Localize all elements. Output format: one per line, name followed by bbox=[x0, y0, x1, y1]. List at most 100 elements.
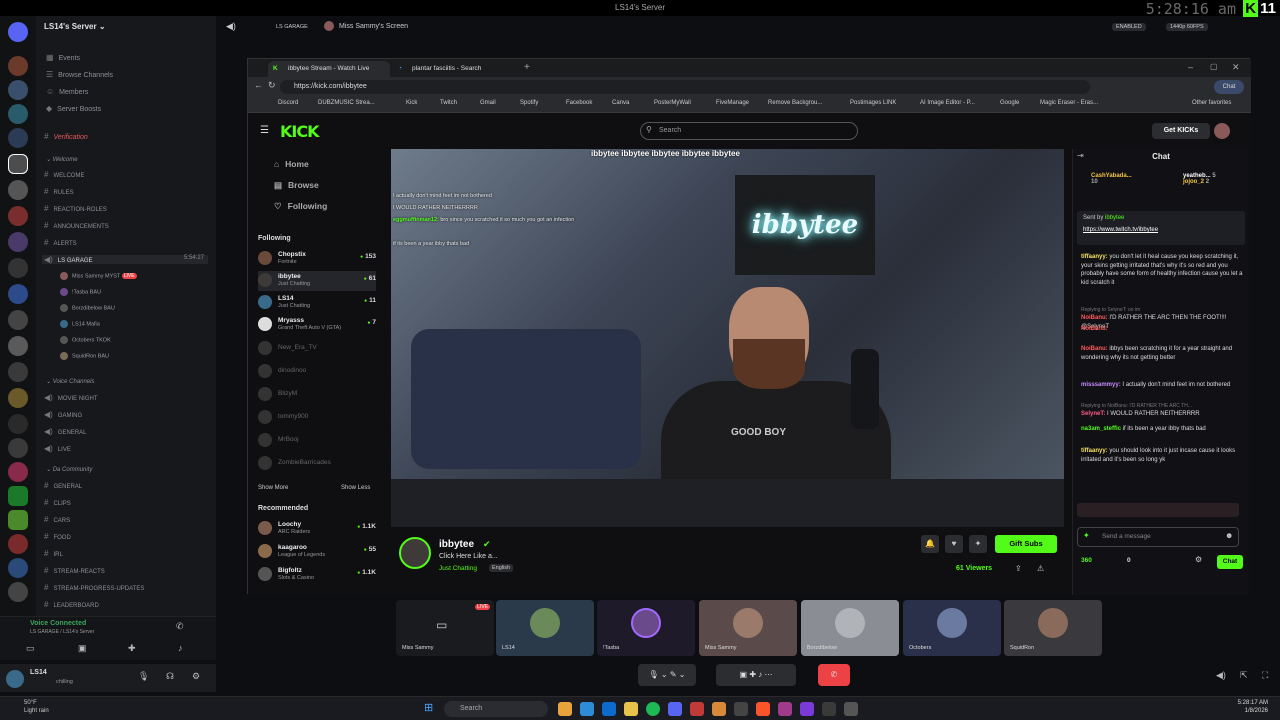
following-channel-active[interactable]: ibbyteeJust Chatting61 bbox=[258, 271, 376, 291]
channel-points[interactable]: 360 bbox=[1081, 557, 1092, 564]
nav-browse[interactable]: ▤ Browse bbox=[274, 180, 325, 191]
streamer-name[interactable]: ibbytee bbox=[439, 539, 474, 550]
server-icon[interactable] bbox=[8, 462, 28, 482]
server-icon[interactable] bbox=[8, 336, 28, 356]
voice-member[interactable]: Miss Sammy MYST LIVE bbox=[60, 272, 137, 280]
emoji-icon[interactable]: ☻ bbox=[1225, 531, 1233, 540]
server-icon[interactable] bbox=[8, 582, 28, 602]
bookmark[interactable]: Discord bbox=[278, 100, 298, 106]
brave-icon[interactable] bbox=[756, 702, 770, 716]
participant-tile[interactable]: LS14 bbox=[496, 600, 594, 656]
bookmark[interactable]: FiveManage bbox=[716, 100, 749, 106]
channel-clips[interactable]: # CLIPS bbox=[44, 498, 71, 507]
chat-username[interactable]: NoiBanu: bbox=[1081, 315, 1108, 321]
back-icon[interactable]: ← bbox=[254, 80, 263, 90]
volume-icon[interactable]: ◀) bbox=[1216, 670, 1226, 681]
menu-server-boosts[interactable]: ◆ Server Boosts bbox=[46, 104, 101, 113]
screen-share-icon[interactable]: ▣ bbox=[78, 643, 87, 654]
show-more-button[interactable]: Show More bbox=[258, 485, 288, 491]
chat-button[interactable]: Chat bbox=[1214, 80, 1244, 94]
voice-member[interactable]: !Tasba BAU bbox=[60, 288, 101, 296]
chat-message[interactable]: misssammyy: I actually don't mind feet i… bbox=[1081, 381, 1245, 390]
heart-icon[interactable]: ♥ bbox=[945, 535, 963, 553]
activities-toolbar[interactable]: ▣ ✚ ♪ ⋯ bbox=[716, 664, 796, 686]
avatar[interactable] bbox=[6, 670, 24, 688]
taskbar-clock[interactable]: 5:28:17 AM 1/8/2026 bbox=[1238, 700, 1268, 716]
channel-rules[interactable]: # RULES bbox=[44, 187, 73, 196]
server-name[interactable]: LS14's Server ⌄ bbox=[44, 22, 106, 31]
menu-browse-channels[interactable]: ☰ Browse Channels bbox=[46, 70, 113, 79]
refresh-icon[interactable]: ↻ bbox=[268, 80, 276, 91]
other-bookmarks[interactable]: Other favorites bbox=[1192, 100, 1231, 106]
channel-stream-reacts[interactable]: # STREAM-REACTS bbox=[44, 566, 105, 575]
channel-irl[interactable]: # IRL bbox=[44, 549, 63, 558]
server-icon[interactable] bbox=[8, 362, 28, 382]
header-channel[interactable]: LS GARAGE bbox=[276, 24, 308, 30]
bell-icon[interactable]: 🔔 bbox=[921, 535, 939, 553]
offline-channel[interactable]: BlizyM bbox=[258, 385, 376, 405]
channel-alerts[interactable]: # ALERTS bbox=[44, 238, 77, 247]
channel-live[interactable]: ◀) LIVE bbox=[44, 444, 71, 453]
kick-server-icon[interactable] bbox=[8, 486, 28, 506]
channel-gaming[interactable]: ◀) GAMING bbox=[44, 410, 82, 419]
show-less-button[interactable]: Show Less bbox=[341, 485, 370, 491]
server-icon[interactable] bbox=[8, 128, 28, 148]
app-icon[interactable] bbox=[712, 702, 726, 716]
following-channel[interactable]: LS14Just Chatting11 bbox=[258, 293, 376, 313]
stream-category[interactable]: Just Chatting bbox=[439, 565, 477, 572]
enabled-badge[interactable]: ENABLED bbox=[1112, 23, 1146, 31]
spotify-icon[interactable] bbox=[646, 702, 660, 716]
chrome-icon[interactable] bbox=[558, 702, 572, 716]
server-icon[interactable] bbox=[8, 104, 28, 124]
server-icon[interactable] bbox=[8, 414, 28, 434]
participant-tile[interactable]: Octobers bbox=[903, 600, 1001, 656]
following-channel[interactable]: ChopstixFortnite153 bbox=[258, 249, 376, 269]
fullscreen-icon[interactable]: ⛶ bbox=[1262, 670, 1268, 681]
search-input[interactable]: Search bbox=[640, 122, 858, 140]
hamburger-icon[interactable]: ☰ bbox=[260, 125, 269, 136]
send-chat-button[interactable]: Chat bbox=[1217, 555, 1243, 569]
channel-announcements[interactable]: # ANNOUNCEMENTS bbox=[44, 221, 109, 230]
top-gifter[interactable]: yeatheb... 5 jojoo_2 2 bbox=[1183, 173, 1216, 185]
url-field[interactable]: https://kick.com/ibbytee bbox=[280, 80, 1090, 94]
kick-logo[interactable]: KICK bbox=[280, 122, 319, 141]
voice-member[interactable]: LS14 Mafia bbox=[60, 320, 100, 328]
server-icon-active[interactable] bbox=[8, 154, 28, 174]
new-tab-button[interactable]: + bbox=[524, 62, 530, 73]
chat-message[interactable]: tiffaanyy: you don't let it heal cause y… bbox=[1081, 253, 1245, 288]
report-icon[interactable]: ⚠ bbox=[1037, 564, 1044, 573]
bookmark[interactable]: Google bbox=[1000, 100, 1019, 106]
participant-tile[interactable]: Miss Sammy bbox=[699, 600, 797, 656]
voice-member[interactable]: SquidRon BAU bbox=[60, 352, 109, 360]
chat-username[interactable]: misssammyy: bbox=[1081, 382, 1121, 388]
channel-verification[interactable]: # Verification bbox=[44, 132, 88, 141]
weather-widget[interactable]: 50°F Light rain bbox=[24, 700, 49, 716]
kicks-balance[interactable]: 0 bbox=[1127, 557, 1131, 564]
gear-icon[interactable]: ⚙ bbox=[192, 671, 200, 682]
chat-message[interactable]: NoiBanu: ibbys been scratching it for a … bbox=[1081, 345, 1245, 362]
nav-home[interactable]: ⌂ Home bbox=[274, 159, 315, 169]
server-icon[interactable] bbox=[8, 56, 28, 76]
channel-general-voice[interactable]: ◀) GENERAL bbox=[44, 427, 87, 436]
chat-username[interactable]: SelyneT: bbox=[1081, 411, 1105, 417]
mic-toggle[interactable]: 🎙 ⌄ ✎ ⌄ bbox=[638, 664, 696, 686]
bookmark[interactable]: Gmail bbox=[480, 100, 496, 106]
bookmark[interactable]: Kick bbox=[406, 100, 417, 106]
bookmark[interactable]: Facebook bbox=[566, 100, 592, 106]
kick-emote-icon[interactable]: ✦ bbox=[1083, 531, 1090, 540]
server-icon[interactable] bbox=[8, 558, 28, 578]
category-community[interactable]: ⌄ Da Community bbox=[46, 466, 92, 473]
server-icon[interactable] bbox=[8, 180, 28, 200]
bookmark[interactable]: Remove Backgrou... bbox=[768, 100, 822, 106]
offline-channel[interactable]: MrBooj bbox=[258, 431, 376, 451]
server-icon[interactable] bbox=[8, 388, 28, 408]
participant-tile[interactable]: SquidRon bbox=[1004, 600, 1102, 656]
channel-reaction-roles[interactable]: # REACTION-ROLES bbox=[44, 204, 107, 213]
discord-home-icon[interactable] bbox=[8, 22, 28, 42]
video-player[interactable]: ibbytee GOOD BOY ibbytee ibbytee ibbytee… bbox=[391, 149, 1064, 527]
menu-events[interactable]: ▦ Events bbox=[46, 53, 80, 62]
offline-channel[interactable]: tommy900 bbox=[258, 408, 376, 428]
gift-subs-button[interactable]: Gift Subs bbox=[995, 535, 1057, 553]
channel-cars[interactable]: # CARS bbox=[44, 515, 70, 524]
language-badge[interactable]: English bbox=[489, 564, 514, 572]
